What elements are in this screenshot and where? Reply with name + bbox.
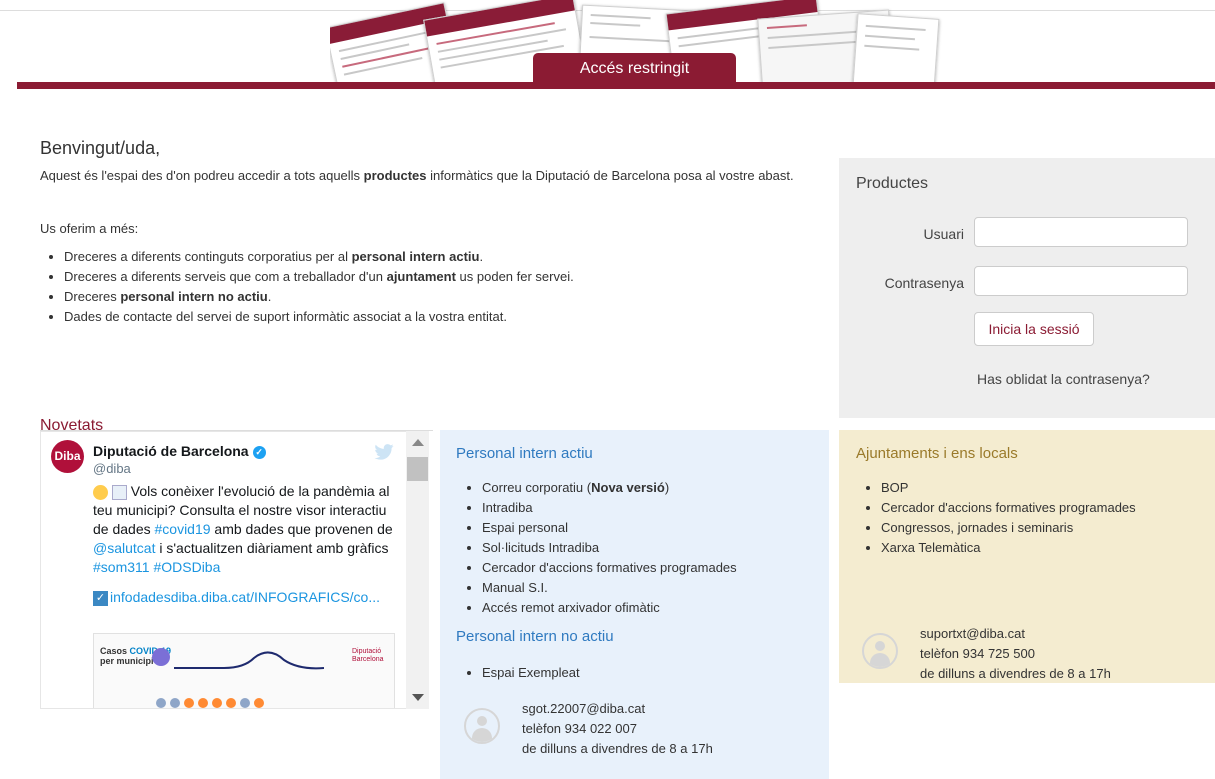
user-avatar-icon [464,708,500,744]
forgot-password-link[interactable]: Has oblidat la contrasenya? [977,371,1150,387]
list-item: Dreceres a diferents continguts corporat… [64,247,844,267]
tweet-author-name[interactable]: Diputació de Barcelona ✓ [93,443,266,459]
personal-no-actiu-list: Espai Exempleat [458,663,580,683]
face-with-mask-icon [93,484,108,500]
login-title: Productes [856,175,929,192]
hashtag-link[interactable]: #covid19 [155,521,211,537]
personal-actiu-title: Personal intern actiu [456,445,593,462]
password-label: Contrasenya [884,275,964,291]
hashtag-link[interactable]: #som311 [93,559,150,575]
scroll-up-arrow-icon[interactable] [412,439,424,446]
scroll-thumb[interactable] [407,457,428,481]
support-contact: suportxt@diba.cat telèfon 934 725 500 de… [920,624,1111,684]
link-acces-remot[interactable]: Accés remot arxivador ofimàtic [482,598,737,618]
tweet-text: Vols conèixer l'evolució de la pandèmia … [93,483,393,575]
list-item: Dades de contacte del servei de suport i… [64,307,844,327]
hashtag-link[interactable]: #ODSDiba [153,559,220,575]
twitter-scrollbar[interactable] [406,431,429,709]
restricted-access-tab: Accés restringit [533,53,736,85]
twitter-bird-icon[interactable] [374,444,394,465]
scroll-down-arrow-icon[interactable] [412,694,424,701]
password-input[interactable] [974,266,1188,296]
user-label: Usuari [923,226,964,242]
check-mark-icon: ✓ [93,590,108,606]
personal-no-actiu-title: Personal intern no actiu [456,628,614,645]
support-email[interactable]: sgot.22007@diba.cat [522,699,713,719]
ajuntaments-panel: Ajuntaments i ens locals BOP Cercador d'… [839,430,1215,683]
support-contact: sgot.22007@diba.cat telèfon 934 022 007 … [522,699,713,759]
login-button[interactable]: Inicia la sessió [974,312,1094,346]
link-correu-corporatiu[interactable]: Correu corporatiu (Nova versió) [482,478,737,498]
personal-actiu-list: Correu corporatiu (Nova versió) Intradib… [458,478,737,618]
welcome-heading: Benvingut/uda, [40,138,161,158]
tweet-author-handle[interactable]: @diba [93,461,131,476]
offer-text: Us oferim a més: [40,221,139,236]
ajuntaments-title: Ajuntaments i ens locals [856,445,1018,462]
link-intradiba[interactable]: Intradiba [482,498,737,518]
verified-icon: ✓ [252,445,266,459]
support-email[interactable]: suportxt@diba.cat [920,624,1111,644]
ajuntaments-list: BOP Cercador d'accions formatives progra… [857,478,1136,558]
media-logo: Diputació Barcelona [352,648,384,663]
user-avatar-icon [862,633,898,669]
link-espai-exempleat[interactable]: Espai Exempleat [482,663,580,683]
support-hours: de dilluns a divendres de 8 a 17h [920,666,1111,681]
offer-list: Dreceres a diferents continguts corporat… [40,247,844,327]
login-panel: Productes Usuari Contrasenya Inicia la s… [839,158,1215,418]
link-cercador-accions[interactable]: Cercador d'accions formatives programade… [482,558,737,578]
virus-icon [152,648,170,666]
link-espai-personal[interactable]: Espai personal [482,518,737,538]
link-xarxa-telematica[interactable]: Xarxa Telemàtica [881,538,1136,558]
personal-intern-panel: Personal intern actiu Correu corporatiu … [440,430,829,779]
link-congressos[interactable]: Congressos, jornades i seminaris [881,518,1136,538]
list-item: Dreceres personal intern no actiu. [64,287,844,307]
twitter-timeline[interactable]: Diba Diputació de Barcelona ✓ @diba Vols … [40,431,429,709]
support-phone: telèfon 934 022 007 [522,721,637,736]
mention-link[interactable]: @salutcat [93,540,155,556]
support-phone: telèfon 934 725 500 [920,646,1035,661]
link-manual-si[interactable]: Manual S.I. [482,578,737,598]
support-hours: de dilluns a divendres de 8 a 17h [522,741,713,756]
banner-document-6 [852,13,940,86]
tweet-url-link[interactable]: ✓ infodadesdiba.diba.cat/INFOGRAFICS/co..… [93,589,380,606]
tweet-media-image[interactable]: Casos COVID-19 per municipi Diputació Barc… [93,633,395,708]
chart-increasing-icon [111,484,127,500]
link-cercador-accions[interactable]: Cercador d'accions formatives programade… [881,498,1136,518]
intro-text: Aquest és l'espai des d'on podreu accedi… [40,168,794,183]
user-input[interactable] [974,217,1188,247]
avatar[interactable]: Diba [51,440,84,473]
link-sollicituds-intradiba[interactable]: Sol·licituds Intradiba [482,538,737,558]
list-item: Dreceres a diferents serveis que com a t… [64,267,844,287]
media-curve-graphic [174,651,324,670]
media-dots [156,696,268,708]
link-bop[interactable]: BOP [881,478,1136,498]
